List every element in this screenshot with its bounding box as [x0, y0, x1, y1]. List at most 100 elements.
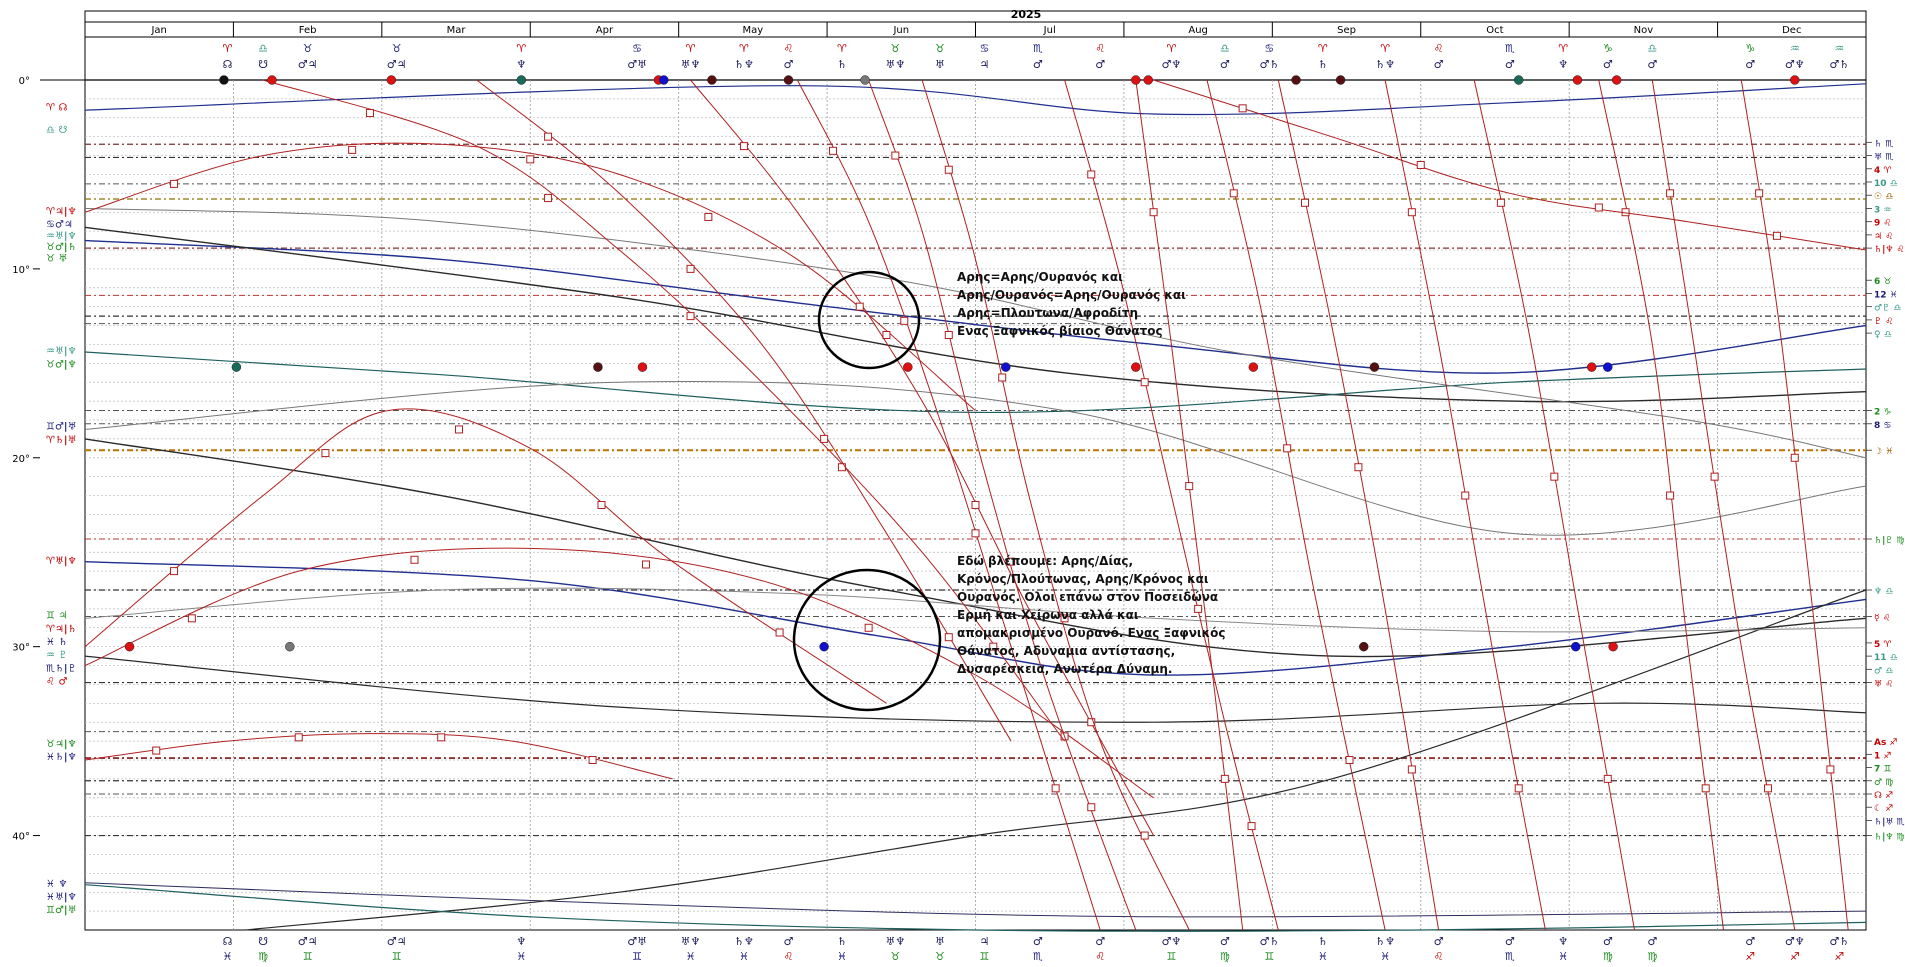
top-planet-glyph: ♅♆ — [681, 58, 701, 71]
y-tick-label: 10° — [12, 265, 30, 276]
aspect-marker — [864, 623, 873, 632]
top-planet-glyph: ☊ — [223, 58, 233, 71]
top-sign-glyph: ♎ — [1220, 42, 1230, 55]
aspect-point — [516, 75, 527, 85]
transit-curve — [84, 882, 1867, 918]
left-natal-glyph: ♉ ♅ — [46, 254, 67, 265]
bottom-sign-glyph: ♊ — [303, 950, 313, 963]
top-planet-glyph: ♂ — [1745, 58, 1755, 71]
right-natal-glyph: ♂ ♍ — [1874, 778, 1893, 788]
annotation-note-1: Αρης=Αρης/Ουρανός και Αρης/Ουρανός=Αρης/Ο… — [957, 268, 1186, 340]
transit-curve — [1740, 79, 1849, 931]
top-sign-glyph: ♈ — [223, 42, 233, 55]
aspect-marker — [437, 733, 446, 742]
bottom-sign-glyph: ♐ — [1745, 950, 1755, 963]
bottom-planet-glyph: ♂♄ — [1829, 935, 1849, 948]
aspect-point — [1131, 75, 1141, 85]
right-natal-glyph: ♄|♆ ♌ — [1874, 245, 1905, 255]
aspect-marker — [1755, 189, 1764, 198]
bottom-sign-glyph: ♓ — [1380, 950, 1390, 963]
aspect-point — [1586, 362, 1597, 372]
aspect-point — [903, 362, 913, 372]
top-sign-glyph: ♈ — [1380, 42, 1390, 55]
bottom-sign-glyph: ♌ — [1434, 950, 1444, 963]
month-label: Mar — [447, 25, 467, 36]
aspect-point — [1790, 75, 1800, 85]
top-sign-glyph: ♒ — [1834, 42, 1844, 55]
aspect-marker — [1283, 444, 1292, 453]
bottom-planet-glyph: ♄♆ — [1375, 935, 1395, 948]
top-planet-glyph: ♂♃ — [387, 58, 407, 71]
right-natal-glyph: ☿ ♌ — [1874, 613, 1891, 623]
month-label: Nov — [1634, 25, 1654, 36]
y-tick-label: 20° — [12, 454, 30, 465]
transit-curve — [796, 79, 1101, 931]
bottom-sign-glyph: ♓ — [739, 950, 749, 963]
right-natal-glyph: 8 ♋ — [1874, 421, 1891, 431]
bottom-sign-glyph: ♏ — [1505, 950, 1515, 963]
aspect-marker — [900, 316, 909, 325]
aspect-marker — [1087, 803, 1096, 812]
aspect-marker — [1300, 198, 1309, 207]
left-natal-glyph: ♈♅|♆ — [46, 556, 77, 567]
bottom-planet-glyph: ♂ — [784, 935, 794, 948]
top-glyph-row: ♈☊♎☋♉♂♃♉♂♃♈♆♋♂♅♈♅♆♈♄♆♌♂♈♄♉♅♆♉♅♋♃♏♂♌♂♈♂♆♎… — [223, 42, 1850, 71]
top-sign-glyph: ♉ — [303, 42, 313, 55]
aspect-marker — [971, 501, 980, 509]
transit-curve — [1598, 79, 1724, 931]
aspect-marker — [1051, 784, 1060, 793]
right-natal-glyph: 1 ♐ — [1874, 751, 1891, 761]
right-natal-glyph: ☊ ♐ — [1874, 791, 1893, 801]
aspect-marker — [1185, 482, 1194, 491]
right-natal-glyph: 6 ♉ — [1874, 277, 1891, 287]
transit-curve — [1206, 79, 1386, 931]
top-sign-glyph: ♉ — [935, 42, 945, 55]
left-natal-glyph: ♒♅|♆ — [46, 231, 77, 242]
y-axis-labels: 0° 10° 20° 30° 40° — [12, 76, 40, 843]
aspect-point — [285, 641, 295, 652]
aspect-marker — [775, 628, 784, 637]
top-sign-glyph: ♎ — [1647, 42, 1657, 55]
right-natal-glyph: 7 ♊ — [1874, 765, 1891, 775]
aspect-point — [1248, 362, 1259, 372]
bottom-sign-glyph: ♐ — [1790, 950, 1800, 963]
top-planet-glyph: ♂ — [1505, 58, 1515, 71]
bottom-planet-glyph: ♄ — [837, 935, 847, 948]
y-tick-label: 0° — [19, 76, 30, 87]
annotation-line: Δυσαρέσκεια, Ανωτέρα Δύναμη. — [957, 662, 1173, 676]
right-natal-glyph: ♆ ♎ — [1874, 587, 1893, 597]
bottom-planet-glyph: ♅♆ — [681, 935, 701, 948]
left-natal-glyph: ♓♅|♆ — [46, 892, 77, 903]
left-natal-glyph: ♈♃|♆ — [46, 206, 77, 217]
top-planet-glyph: ♂♆ — [1785, 58, 1805, 71]
bottom-planet-glyph: ♄♆ — [734, 935, 754, 948]
left-natal-glyph: ♊♂|♅ — [46, 905, 77, 916]
aspect-marker — [1772, 231, 1781, 240]
left-natal-glyph: ♓ ♄ — [46, 637, 67, 648]
top-planet-glyph: ♂ — [1033, 58, 1043, 71]
top-sign-glyph: ♏ — [1033, 42, 1043, 55]
top-planet-glyph: ♂♄ — [1259, 58, 1279, 71]
right-natal-glyph: ☽ ♓ — [1874, 447, 1893, 457]
bottom-planet-glyph: ♂♅ — [627, 935, 647, 948]
aspect-marker — [544, 132, 553, 141]
bottom-sign-glyph: ♓ — [1318, 950, 1328, 963]
transit-curve — [1153, 79, 1867, 251]
aspect-marker — [348, 145, 357, 154]
top-sign-glyph: ♒ — [1790, 42, 1800, 55]
top-planet-glyph: ♄ — [1318, 58, 1328, 71]
bottom-sign-glyph: ♊ — [1264, 950, 1274, 963]
bottom-planet-glyph: ♂♆ — [1162, 935, 1182, 948]
aspect-marker — [365, 109, 374, 118]
aspect-marker — [882, 331, 891, 339]
aspect-point — [386, 75, 397, 85]
aspect-point — [1001, 362, 1011, 372]
bottom-planet-glyph: ♂♃ — [298, 935, 318, 948]
top-sign-glyph: ♋ — [632, 42, 642, 55]
annotation-line: Θάνατος, Αδυναμια αντίστασης, — [957, 644, 1176, 658]
left-natal-glyph: ♈ ☊ — [46, 102, 67, 113]
aspect-marker — [1407, 765, 1416, 774]
transit-curve — [1064, 79, 1279, 931]
aspect-point — [219, 75, 229, 85]
aspect-marker — [1701, 784, 1710, 793]
